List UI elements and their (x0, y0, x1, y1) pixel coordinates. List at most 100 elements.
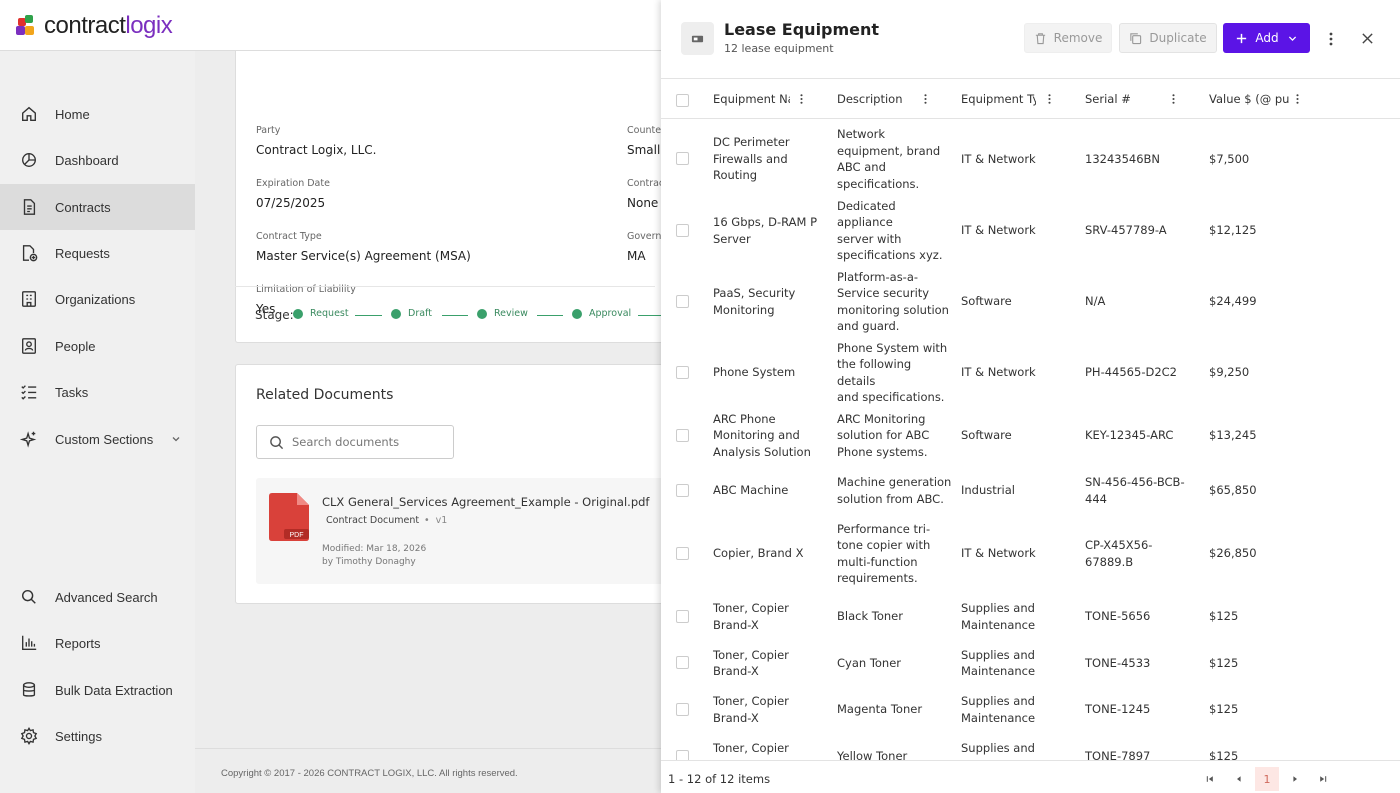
remove-button[interactable]: Remove (1024, 23, 1112, 53)
stage-review[interactable]: Review (477, 308, 528, 319)
lease-equipment-panel: Lease Equipment 12 lease equipment Remov… (661, 0, 1400, 793)
cell-type: Supplies andMaintenance (961, 647, 1036, 679)
table-row[interactable]: Toner, Copier Brand-X Magenta Toner Supplie… (661, 686, 1400, 733)
stage-request[interactable]: Request (293, 308, 349, 319)
first-page-icon[interactable] (1198, 767, 1222, 791)
cell-type: IT & Network (961, 151, 1036, 166)
cell-type: IT & Network (961, 365, 1036, 380)
column-menu-icon[interactable] (1168, 91, 1178, 107)
sidebar-item-label: Home (55, 106, 90, 122)
tasks-icon (21, 385, 37, 400)
last-page-icon[interactable] (1311, 767, 1335, 791)
related-documents-card: Related Documents Search documents PDF C… (235, 364, 661, 604)
row-checkbox[interactable] (676, 484, 689, 497)
organizations-icon (22, 291, 36, 307)
chevron-down-icon (1288, 35, 1296, 41)
cell-serial: TONE-4533 (1085, 655, 1151, 670)
row-checkbox[interactable] (676, 656, 689, 669)
table-row[interactable]: ABC Machine Machine generation solution fr… (661, 467, 1400, 514)
column-header-equipment-type[interactable]: Equipment Ty (961, 92, 1036, 106)
people-icon (22, 338, 36, 354)
cell-type: Industrial (961, 483, 1015, 498)
row-checkbox[interactable] (676, 750, 689, 760)
sidebar-item-settings[interactable]: Settings (0, 713, 195, 759)
cell-value: $9,250 (1209, 365, 1250, 380)
column-menu-icon[interactable] (796, 91, 806, 107)
cell-serial: TONE-7897 (1085, 749, 1151, 760)
cell-desc: Magenta Toner (837, 702, 923, 717)
cell-desc: Machine generation solution from ABC. (837, 475, 952, 506)
column-header-equipment-name[interactable]: Equipment Na (713, 92, 790, 106)
column-header-value[interactable]: Value $ (@ pu (1209, 92, 1291, 106)
cell-serial: PH-44565-D2C2 (1085, 365, 1177, 380)
expiration-value: 07/25/2025 (256, 196, 326, 210)
cell-type: Supplies andMaintenance (961, 601, 1036, 632)
column-menu-icon[interactable] (1292, 91, 1302, 107)
cell-desc: Dedicated appliance server with specificat… (837, 198, 943, 263)
cell-name: Copier, Brand X (713, 546, 804, 561)
table-row[interactable]: PaaS, Security Monitoring Platform-as-a- Se… (661, 262, 1400, 341)
duplicate-button[interactable]: Duplicate (1119, 23, 1217, 53)
main-content: Party Contract Logix, LLC. Counte Small … (195, 51, 661, 793)
cell-desc: Phone System with the following details an… (837, 340, 948, 405)
document-item[interactable]: PDF CLX General_Services Agreement_Examp… (256, 478, 661, 584)
sidebar-item-custom-sections[interactable]: Custom Sections (0, 416, 195, 462)
row-checkbox[interactable] (676, 429, 689, 442)
contract-type-value: Master Service(s) Agreement (MSA) (256, 249, 471, 263)
next-page-icon[interactable] (1283, 767, 1307, 791)
row-checkbox[interactable] (676, 152, 689, 165)
add-button[interactable]: Add (1223, 23, 1310, 53)
table-row[interactable]: Toner, CopierBrand-X Yellow Toner Supplies… (661, 733, 1400, 760)
page-number-current[interactable]: 1 (1255, 767, 1279, 791)
sidebar-item-reports[interactable]: Reports (0, 620, 195, 666)
column-menu-icon[interactable] (920, 91, 930, 107)
cell-serial: TONE-1245 (1085, 702, 1151, 717)
stage-approval[interactable]: Approval (572, 308, 631, 319)
select-all-checkbox[interactable] (676, 94, 689, 107)
copy-icon (1130, 32, 1142, 44)
expiration-label: Expiration Date (256, 178, 330, 189)
table-row[interactable]: Copier, Brand X Performance tri-tone copi… (661, 514, 1400, 593)
brand-logo[interactable]: contractlogix (16, 12, 173, 40)
table-row[interactable]: DC Perimeter Firewalls and Routing Network e… (661, 119, 1400, 199)
more-options-icon[interactable] (1321, 29, 1341, 49)
chevron-down-icon[interactable] (171, 434, 181, 444)
stage-draft[interactable]: Draft (391, 308, 432, 319)
table-row[interactable]: Phone System Phone System with the followi… (661, 341, 1400, 404)
row-checkbox[interactable] (676, 610, 689, 623)
row-checkbox[interactable] (676, 547, 689, 560)
cell-type: IT & Network (961, 223, 1036, 238)
table-row[interactable]: Toner, Copier Brand-X Cyan Toner Supplies a… (661, 640, 1400, 686)
sidebar-item-bulk-data-extraction[interactable]: Bulk Data Extraction (0, 667, 195, 713)
sidebar-item-organizations[interactable]: Organizations (0, 276, 195, 322)
document-version: • v1 (424, 515, 448, 526)
cell-value: $125 (1209, 609, 1239, 624)
row-checkbox[interactable] (676, 366, 689, 379)
pdf-badge: PDF (290, 532, 304, 539)
cell-value: $12,125 (1209, 223, 1257, 238)
document-name[interactable]: CLX General_Services Agreement_Example -… (322, 495, 649, 509)
sidebar-item-people[interactable]: People (0, 323, 195, 369)
cell-type: Software (961, 294, 1012, 309)
table-row[interactable]: Toner, Copier Brand-X Black Toner Supplies … (661, 593, 1400, 640)
column-header-serial[interactable]: Serial # (1085, 92, 1165, 106)
sidebar-item-dashboard[interactable]: Dashboard (0, 137, 195, 183)
sidebar-item-contracts[interactable]: Contracts (0, 184, 195, 230)
sidebar-item-advanced-search[interactable]: Advanced Search (0, 574, 195, 620)
row-checkbox[interactable] (676, 224, 689, 237)
gear-icon (20, 727, 38, 745)
search-documents-input[interactable]: Search documents (256, 425, 454, 459)
table-row[interactable]: 16 Gbps, D-RAM P Server Dedicated applianc… (661, 199, 1400, 262)
row-checkbox[interactable] (676, 295, 689, 308)
close-icon[interactable] (1357, 28, 1377, 48)
sidebar-item-home[interactable]: Home (0, 91, 195, 137)
column-menu-icon[interactable] (1044, 91, 1054, 107)
stage-dot (293, 308, 303, 319)
sidebar-item-tasks[interactable]: Tasks (0, 369, 195, 415)
cell-desc: ARC Monitoring solution for ABC Phone syst… (837, 411, 930, 459)
column-header-description[interactable]: Description (837, 92, 917, 106)
row-checkbox[interactable] (676, 703, 689, 716)
previous-page-icon[interactable] (1227, 767, 1251, 791)
sidebar-item-requests[interactable]: Requests (0, 230, 195, 276)
table-row[interactable]: ARC Phone Monitoring and Analysis Solution… (661, 404, 1400, 467)
